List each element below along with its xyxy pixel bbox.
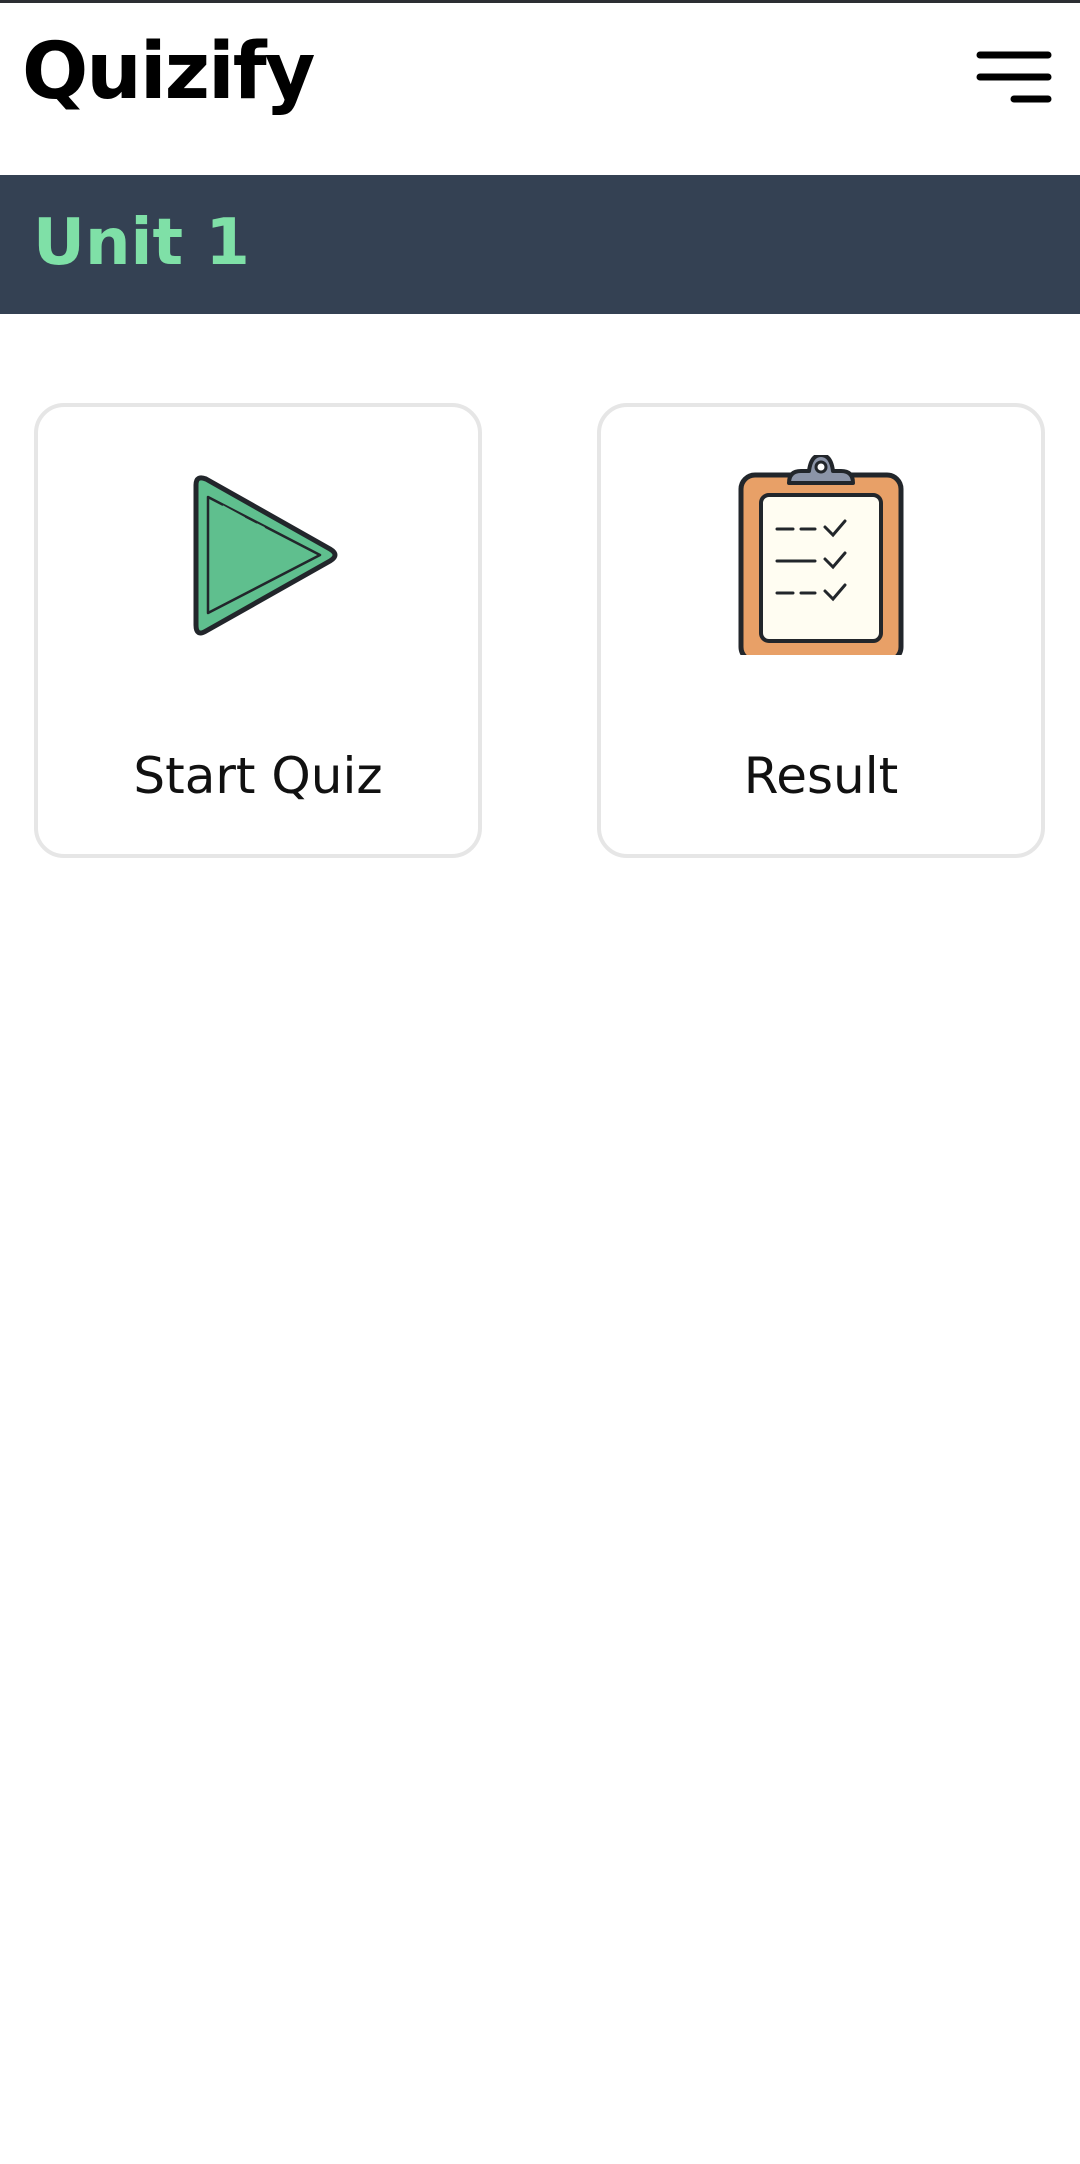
unit-title: Unit 1 <box>33 206 250 280</box>
menu-button[interactable] <box>976 47 1052 111</box>
app-title: Quizify <box>22 27 315 117</box>
hamburger-menu-icon <box>976 51 1052 103</box>
unit-banner: Unit 1 <box>0 175 1080 314</box>
clipboard-icon-container <box>601 455 1041 655</box>
app-header: Quizify <box>0 3 1080 175</box>
start-quiz-label: Start Quiz <box>133 747 383 805</box>
result-label: Result <box>743 747 899 805</box>
result-card[interactable]: Result <box>597 403 1045 858</box>
play-icon <box>193 475 338 636</box>
start-quiz-card[interactable]: Start Quiz <box>34 403 482 858</box>
play-icon-container <box>38 455 478 655</box>
clipboard-checklist-icon <box>738 455 904 655</box>
